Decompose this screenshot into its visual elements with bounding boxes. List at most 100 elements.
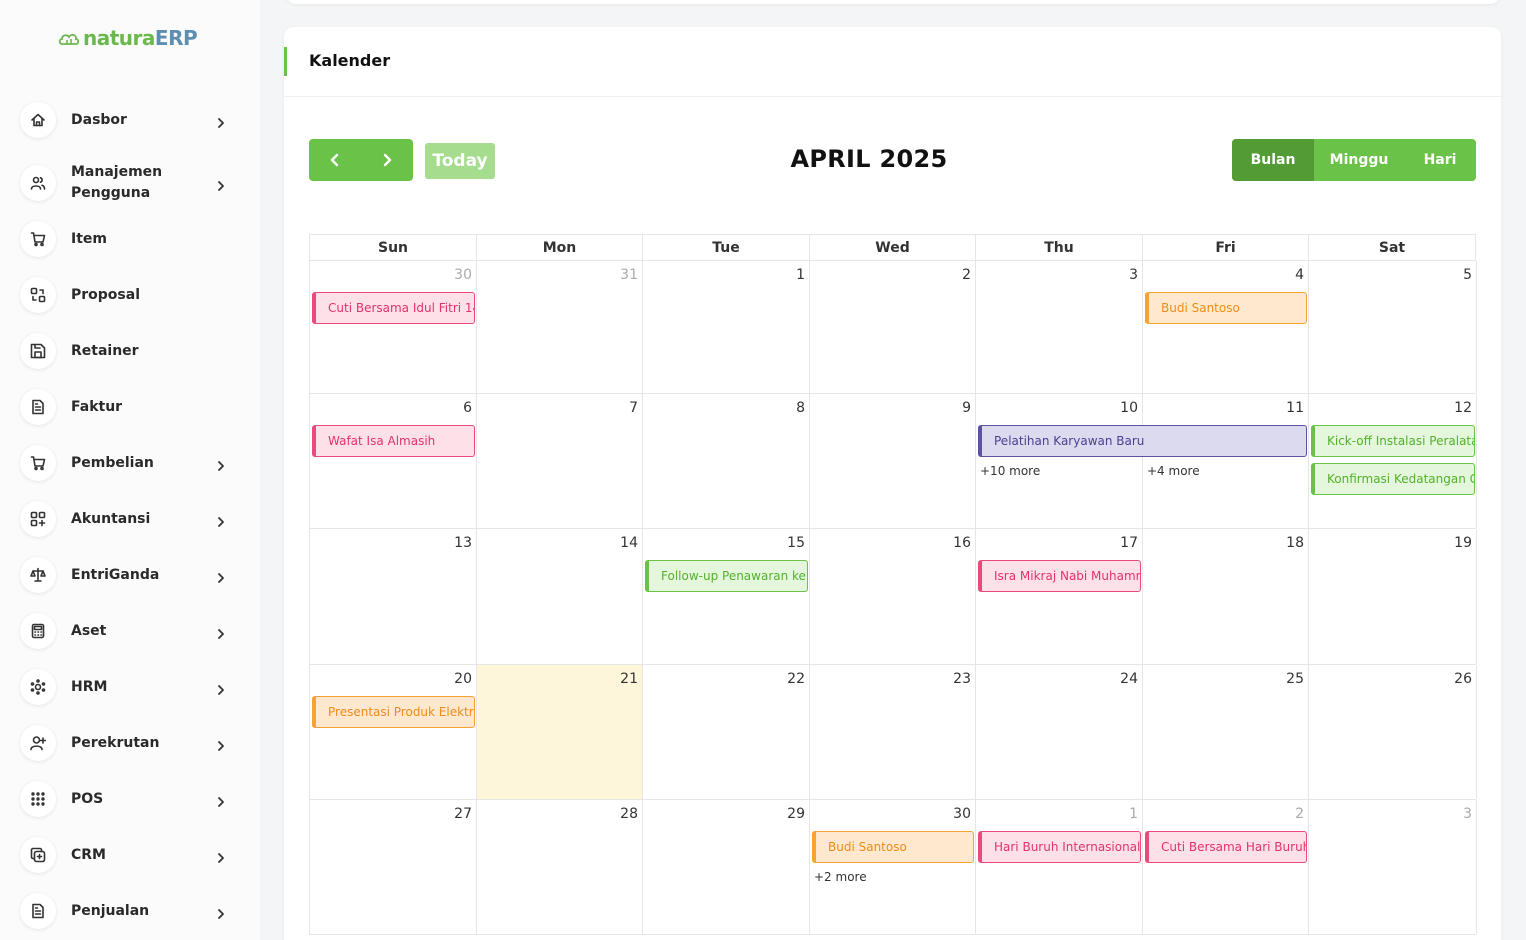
day-number[interactable]: 16 — [953, 535, 971, 551]
calendar-event[interactable]: Hari Buruh Internasional — [978, 831, 1141, 863]
sidebar-item-aset[interactable]: Aset — [20, 611, 240, 651]
calendar-event[interactable]: Wafat Isa Almasih — [312, 425, 475, 457]
day-number[interactable]: 31 — [620, 267, 638, 283]
calendar-day[interactable]: 10 — [976, 394, 1143, 528]
day-number[interactable]: 28 — [620, 806, 638, 822]
calendar-day[interactable]: 5 — [1309, 261, 1477, 393]
calendar-day[interactable]: 13 — [310, 529, 477, 664]
day-number[interactable]: 1 — [796, 267, 805, 283]
day-number[interactable]: 20 — [454, 671, 472, 687]
day-number[interactable]: 29 — [787, 806, 805, 822]
more-events-link[interactable]: +4 more — [1147, 464, 1200, 478]
calendar-day[interactable]: 26 — [1309, 665, 1477, 799]
calendar-day[interactable]: 30 — [810, 800, 976, 934]
day-number[interactable]: 8 — [796, 400, 805, 416]
day-number[interactable]: 14 — [620, 535, 638, 551]
calendar-day[interactable]: 31 — [477, 261, 643, 393]
prev-button[interactable] — [309, 139, 361, 181]
sidebar-item-hrm[interactable]: HRM — [20, 667, 240, 707]
calendar-day[interactable]: 3 — [976, 261, 1143, 393]
sidebar-item-perekrutan[interactable]: Perekrutan — [20, 723, 240, 763]
sidebar-item-item[interactable]: Item — [20, 219, 240, 259]
day-number[interactable]: 9 — [962, 400, 971, 416]
calendar-event[interactable]: Cuti Bersama Idul Fitri 1446 — [312, 292, 475, 324]
calendar-day[interactable]: 2 — [1143, 800, 1309, 934]
calendar-day[interactable]: 18 — [1143, 529, 1309, 664]
day-number[interactable]: 21 — [620, 671, 638, 687]
sidebar-item-entriganda[interactable]: EntriGanda — [20, 555, 240, 595]
sidebar-item-penjualan[interactable]: Penjualan — [20, 891, 240, 931]
day-number[interactable]: 13 — [454, 535, 472, 551]
calendar-event[interactable]: Pelatihan Karyawan Baru — [978, 425, 1307, 457]
calendar-day[interactable]: 7 — [477, 394, 643, 528]
calendar-day[interactable]: 15 — [643, 529, 810, 664]
day-number[interactable]: 26 — [1454, 671, 1472, 687]
view-button-bulan[interactable]: Bulan — [1232, 139, 1314, 181]
day-number[interactable]: 17 — [1120, 535, 1138, 551]
calendar-day[interactable]: 14 — [477, 529, 643, 664]
day-number[interactable]: 30 — [454, 267, 472, 283]
calendar-event[interactable]: Budi Santoso — [812, 831, 974, 863]
calendar-day[interactable]: 23 — [810, 665, 976, 799]
day-number[interactable]: 30 — [953, 806, 971, 822]
calendar-event[interactable]: Follow-up Penawaran ke Klien — [645, 560, 808, 592]
sidebar-item-faktur[interactable]: Faktur — [20, 387, 240, 427]
day-number[interactable]: 4 — [1295, 267, 1304, 283]
calendar-day[interactable]: 24 — [976, 665, 1143, 799]
sidebar-item-akuntansi[interactable]: Akuntansi — [20, 499, 240, 539]
calendar-day[interactable]: 4 — [1143, 261, 1309, 393]
calendar-day[interactable]: 17 — [976, 529, 1143, 664]
day-number[interactable]: 15 — [787, 535, 805, 551]
day-number[interactable]: 2 — [1295, 806, 1304, 822]
calendar-day[interactable]: 1 — [643, 261, 810, 393]
calendar-day[interactable]: 1 — [976, 800, 1143, 934]
more-events-link[interactable]: +2 more — [814, 870, 867, 884]
calendar-day[interactable]: 20 — [310, 665, 477, 799]
day-number[interactable]: 1 — [1129, 806, 1138, 822]
day-number[interactable]: 5 — [1463, 267, 1472, 283]
calendar-event[interactable]: Konfirmasi Kedatangan Gudang — [1311, 463, 1475, 495]
day-number[interactable]: 7 — [629, 400, 638, 416]
today-button[interactable]: Today — [425, 143, 495, 179]
calendar-day[interactable]: 8 — [643, 394, 810, 528]
day-number[interactable]: 25 — [1286, 671, 1304, 687]
calendar-day[interactable]: 27 — [310, 800, 477, 934]
calendar-day-today[interactable]: 21 — [477, 665, 643, 799]
sidebar-item-crm[interactable]: CRM — [20, 835, 240, 875]
day-number[interactable]: 6 — [463, 400, 472, 416]
calendar-day[interactable]: 12 — [1309, 394, 1477, 528]
calendar-day[interactable]: 9 — [810, 394, 976, 528]
day-number[interactable]: 24 — [1120, 671, 1138, 687]
sidebar-item-pos[interactable]: POS — [20, 779, 240, 819]
calendar-day[interactable]: 28 — [477, 800, 643, 934]
view-button-hari[interactable]: Hari — [1404, 139, 1476, 181]
calendar-day[interactable]: 22 — [643, 665, 810, 799]
day-number[interactable]: 12 — [1454, 400, 1472, 416]
calendar-event[interactable]: Isra Mikraj Nabi Muhammad — [978, 560, 1141, 592]
day-number[interactable]: 19 — [1454, 535, 1472, 551]
sidebar-item-proposal[interactable]: Proposal — [20, 275, 240, 315]
sidebar-item-dasbor[interactable]: Dasbor — [20, 100, 240, 140]
next-button[interactable] — [361, 139, 413, 181]
calendar-day[interactable]: 3 — [1309, 800, 1477, 934]
day-number[interactable]: 23 — [953, 671, 971, 687]
calendar-event[interactable]: Presentasi Produk Elektronik — [312, 696, 475, 728]
calendar-day[interactable]: 2 — [810, 261, 976, 393]
calendar-day[interactable]: 29 — [643, 800, 810, 934]
day-number[interactable]: 22 — [787, 671, 805, 687]
calendar-event[interactable]: Budi Santoso — [1145, 292, 1307, 324]
calendar-event[interactable]: Kick-off Instalasi Peralatan — [1311, 425, 1475, 457]
calendar-day[interactable]: 30 — [310, 261, 477, 393]
day-number[interactable]: 27 — [454, 806, 472, 822]
day-number[interactable]: 10 — [1120, 400, 1138, 416]
day-number[interactable]: 3 — [1129, 267, 1138, 283]
more-events-link[interactable]: +10 more — [980, 464, 1040, 478]
calendar-event[interactable]: Cuti Bersama Hari Buruh — [1145, 831, 1307, 863]
calendar-day[interactable]: 11 — [1143, 394, 1309, 528]
sidebar-item-pembelian[interactable]: Pembelian — [20, 443, 240, 483]
sidebar-item-retainer[interactable]: Retainer — [20, 331, 240, 371]
day-number[interactable]: 3 — [1463, 806, 1472, 822]
sidebar-item-manajemen-pengguna[interactable]: Manajemen Pengguna — [20, 163, 240, 203]
view-button-minggu[interactable]: Minggu — [1314, 139, 1404, 181]
day-number[interactable]: 2 — [962, 267, 971, 283]
